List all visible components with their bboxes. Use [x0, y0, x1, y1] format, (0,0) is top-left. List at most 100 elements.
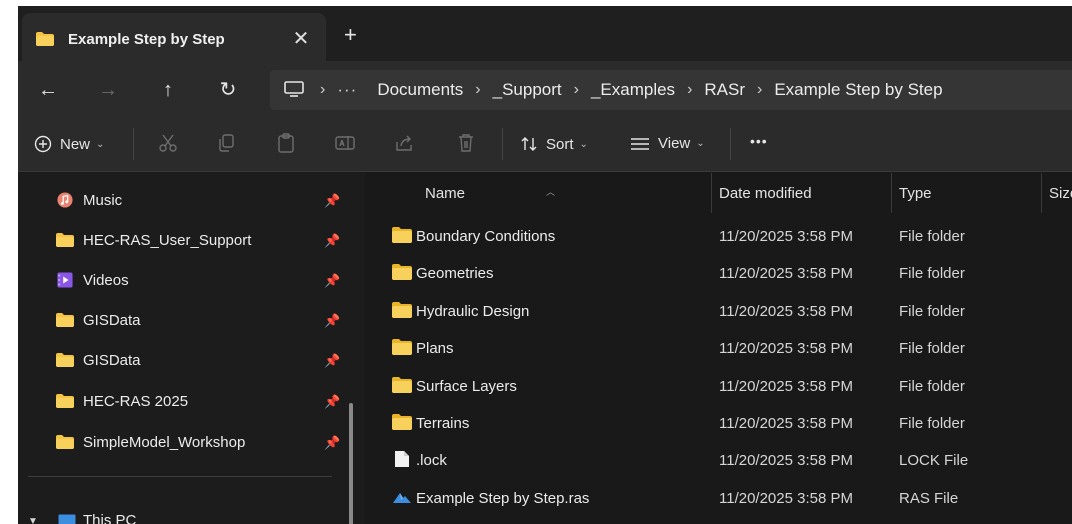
chevron-down-icon: ⌄	[96, 138, 105, 150]
breadcrumb-support[interactable]: _Support	[493, 80, 562, 100]
cut-icon[interactable]	[157, 132, 179, 154]
close-tab-icon[interactable]: ✕	[290, 26, 312, 51]
table-row[interactable]: .lock 11/20/2025 3:58 PM LOCK File	[367, 442, 1072, 479]
breadcrumb-separator[interactable]: ›	[757, 81, 762, 99]
breadcrumb-separator[interactable]: ›	[574, 81, 579, 99]
column-divider[interactable]	[711, 173, 712, 213]
up-button[interactable]: ↑	[156, 78, 180, 102]
share-icon[interactable]	[393, 132, 415, 154]
file-date-modified: 11/20/2025 3:58 PM	[719, 265, 853, 283]
file-date-modified: 11/20/2025 3:58 PM	[719, 228, 853, 245]
sidebar-item-label: GISData	[83, 352, 141, 369]
column-header-row: Name ︿ Date modified Type Size	[367, 173, 1072, 213]
pin-icon: 📌	[324, 435, 341, 450]
this-pc-icon	[58, 514, 76, 524]
title-bar: Example Step by Step ✕ +	[18, 6, 1072, 61]
sidebar-item-music[interactable]: Music 📌	[18, 181, 348, 221]
sidebar-item-this-pc[interactable]: This PC	[83, 512, 136, 524]
sidebar-item-gisdata[interactable]: GISData 📌	[18, 341, 348, 381]
sidebar-item-simplemodel-workshop[interactable]: SimpleModel_Workshop 📌	[18, 423, 348, 463]
file-type: LOCK File	[899, 452, 969, 470]
breadcrumb-documents[interactable]: Documents	[377, 80, 463, 100]
sidebar-item-label: GISData	[83, 312, 141, 329]
column-header-size[interactable]: Size	[1049, 185, 1072, 202]
file-date-modified: 11/20/2025 3:58 PM	[719, 377, 853, 395]
breadcrumb-example-step-by-step[interactable]: Example Step by Step	[774, 80, 942, 100]
sidebar-item-label: Videos	[83, 272, 129, 289]
file-date-modified: 11/20/2025 3:58 PM	[719, 489, 853, 507]
tab-example-step-by-step[interactable]: Example Step by Step ✕	[22, 13, 326, 61]
folder-icon	[392, 339, 412, 356]
plus-circle-icon	[34, 135, 52, 153]
chevron-down-icon[interactable]: ▼	[28, 516, 38, 524]
sidebar-item-videos[interactable]: Videos 📌	[18, 261, 348, 301]
breadcrumb-separator[interactable]: ›	[320, 81, 325, 99]
table-row[interactable]: Boundary Conditions 11/20/2025 3:58 PM Fil…	[367, 218, 1072, 255]
new-button[interactable]: New ⌄	[34, 135, 104, 153]
file-date-modified: 11/20/2025 3:58 PM	[719, 452, 853, 470]
copy-icon[interactable]	[216, 132, 238, 154]
sidebar-scrollbar[interactable]	[349, 403, 353, 524]
file-name: .lock	[416, 452, 447, 470]
pin-icon: 📌	[324, 233, 341, 248]
table-row[interactable]: Hydraulic Design 11/20/2025 3:58 PM File f…	[367, 293, 1072, 330]
sidebar-item-label: Music	[83, 192, 123, 209]
column-header-date-modified[interactable]: Date modified	[719, 185, 812, 202]
see-more-button[interactable]: •••	[750, 133, 768, 149]
sort-ascending-icon: ︿	[546, 187, 556, 197]
breadcrumb-separator[interactable]: ›	[475, 81, 480, 99]
file-name: Example Step by Step.ras	[416, 489, 590, 507]
file-date-modified: 11/20/2025 3:58 PM	[719, 415, 853, 432]
table-row[interactable]: Terrains 11/20/2025 3:58 PM File folder	[367, 405, 1072, 442]
sidebar-item-hec-ras-user-support[interactable]: HEC-RAS_User_Support 📌	[18, 221, 348, 261]
forward-button[interactable]: →	[96, 78, 120, 102]
file-list: Name ︿ Date modified Type Size Boundary …	[367, 173, 1072, 524]
file-explorer-window: Example Step by Step ✕ + ← → ↑ ↻ › ··· D…	[18, 6, 1072, 524]
sidebar-item-label: SimpleModel_Workshop	[83, 434, 246, 451]
table-row[interactable]: Plans 11/20/2025 3:58 PM File folder	[367, 330, 1072, 367]
folder-icon	[56, 313, 74, 327]
sidebar-divider	[28, 476, 332, 477]
new-button-label: New	[60, 135, 91, 153]
folder-icon	[392, 227, 412, 243]
table-row[interactable]: Surface Layers 11/20/2025 3:58 PM File fol…	[367, 368, 1072, 405]
sort-icon	[521, 137, 537, 151]
folder-icon	[392, 376, 412, 393]
delete-icon[interactable]	[455, 132, 477, 154]
pin-icon: 📌	[324, 313, 341, 328]
breadcrumb-separator[interactable]: ›	[687, 81, 692, 99]
file-type: File folder	[899, 265, 965, 283]
paste-icon[interactable]	[275, 132, 297, 154]
sidebar-item-hec-ras-2025[interactable]: HEC-RAS 2025 📌	[18, 382, 348, 422]
column-header-name[interactable]: Name	[425, 185, 465, 202]
view-button-label: View	[658, 135, 691, 152]
sidebar-item-label: HEC-RAS_User_Support	[83, 232, 252, 249]
breadcrumb-overflow-button[interactable]: ···	[337, 80, 357, 100]
column-divider[interactable]	[1041, 173, 1042, 213]
view-button[interactable]: View ⌄	[630, 135, 705, 152]
rename-icon[interactable]	[334, 132, 356, 154]
table-row[interactable]: Example Step by Step.ras 11/20/2025 3:58 …	[367, 480, 1072, 517]
file-date-modified: 11/20/2025 3:58 PM	[719, 340, 853, 358]
new-tab-button[interactable]: +	[344, 22, 357, 48]
ras-file-icon	[393, 492, 411, 503]
back-button[interactable]: ←	[36, 78, 60, 102]
refresh-button[interactable]: ↻	[216, 78, 240, 102]
breadcrumb-examples[interactable]: _Examples	[591, 80, 675, 100]
sort-button[interactable]: Sort ⌄	[520, 135, 588, 153]
table-row[interactable]: Geometries 11/20/2025 3:58 PM File folder	[367, 255, 1072, 292]
file-icon	[395, 451, 409, 468]
column-header-type[interactable]: Type	[899, 185, 932, 202]
column-divider[interactable]	[891, 173, 892, 213]
view-icon	[631, 137, 649, 150]
file-name: Terrains	[416, 415, 470, 432]
address-row: ← → ↑ ↻ › ··· Documents › _Support › _Ex…	[18, 61, 1072, 120]
file-name: Geometries	[416, 265, 494, 283]
sidebar-item-gisdata[interactable]: GISData 📌	[18, 301, 348, 341]
sidebar-item-label: HEC-RAS 2025	[83, 393, 189, 410]
breadcrumb-rasr[interactable]: RASr	[704, 80, 745, 100]
folder-icon	[56, 233, 74, 247]
toolbar-divider	[502, 128, 503, 160]
navigation-pane: Music 📌 HEC-RAS_User_Support 📌 Videos 📌	[18, 173, 365, 524]
address-bar[interactable]: › ··· Documents › _Support › _Examples ›…	[270, 70, 1072, 110]
